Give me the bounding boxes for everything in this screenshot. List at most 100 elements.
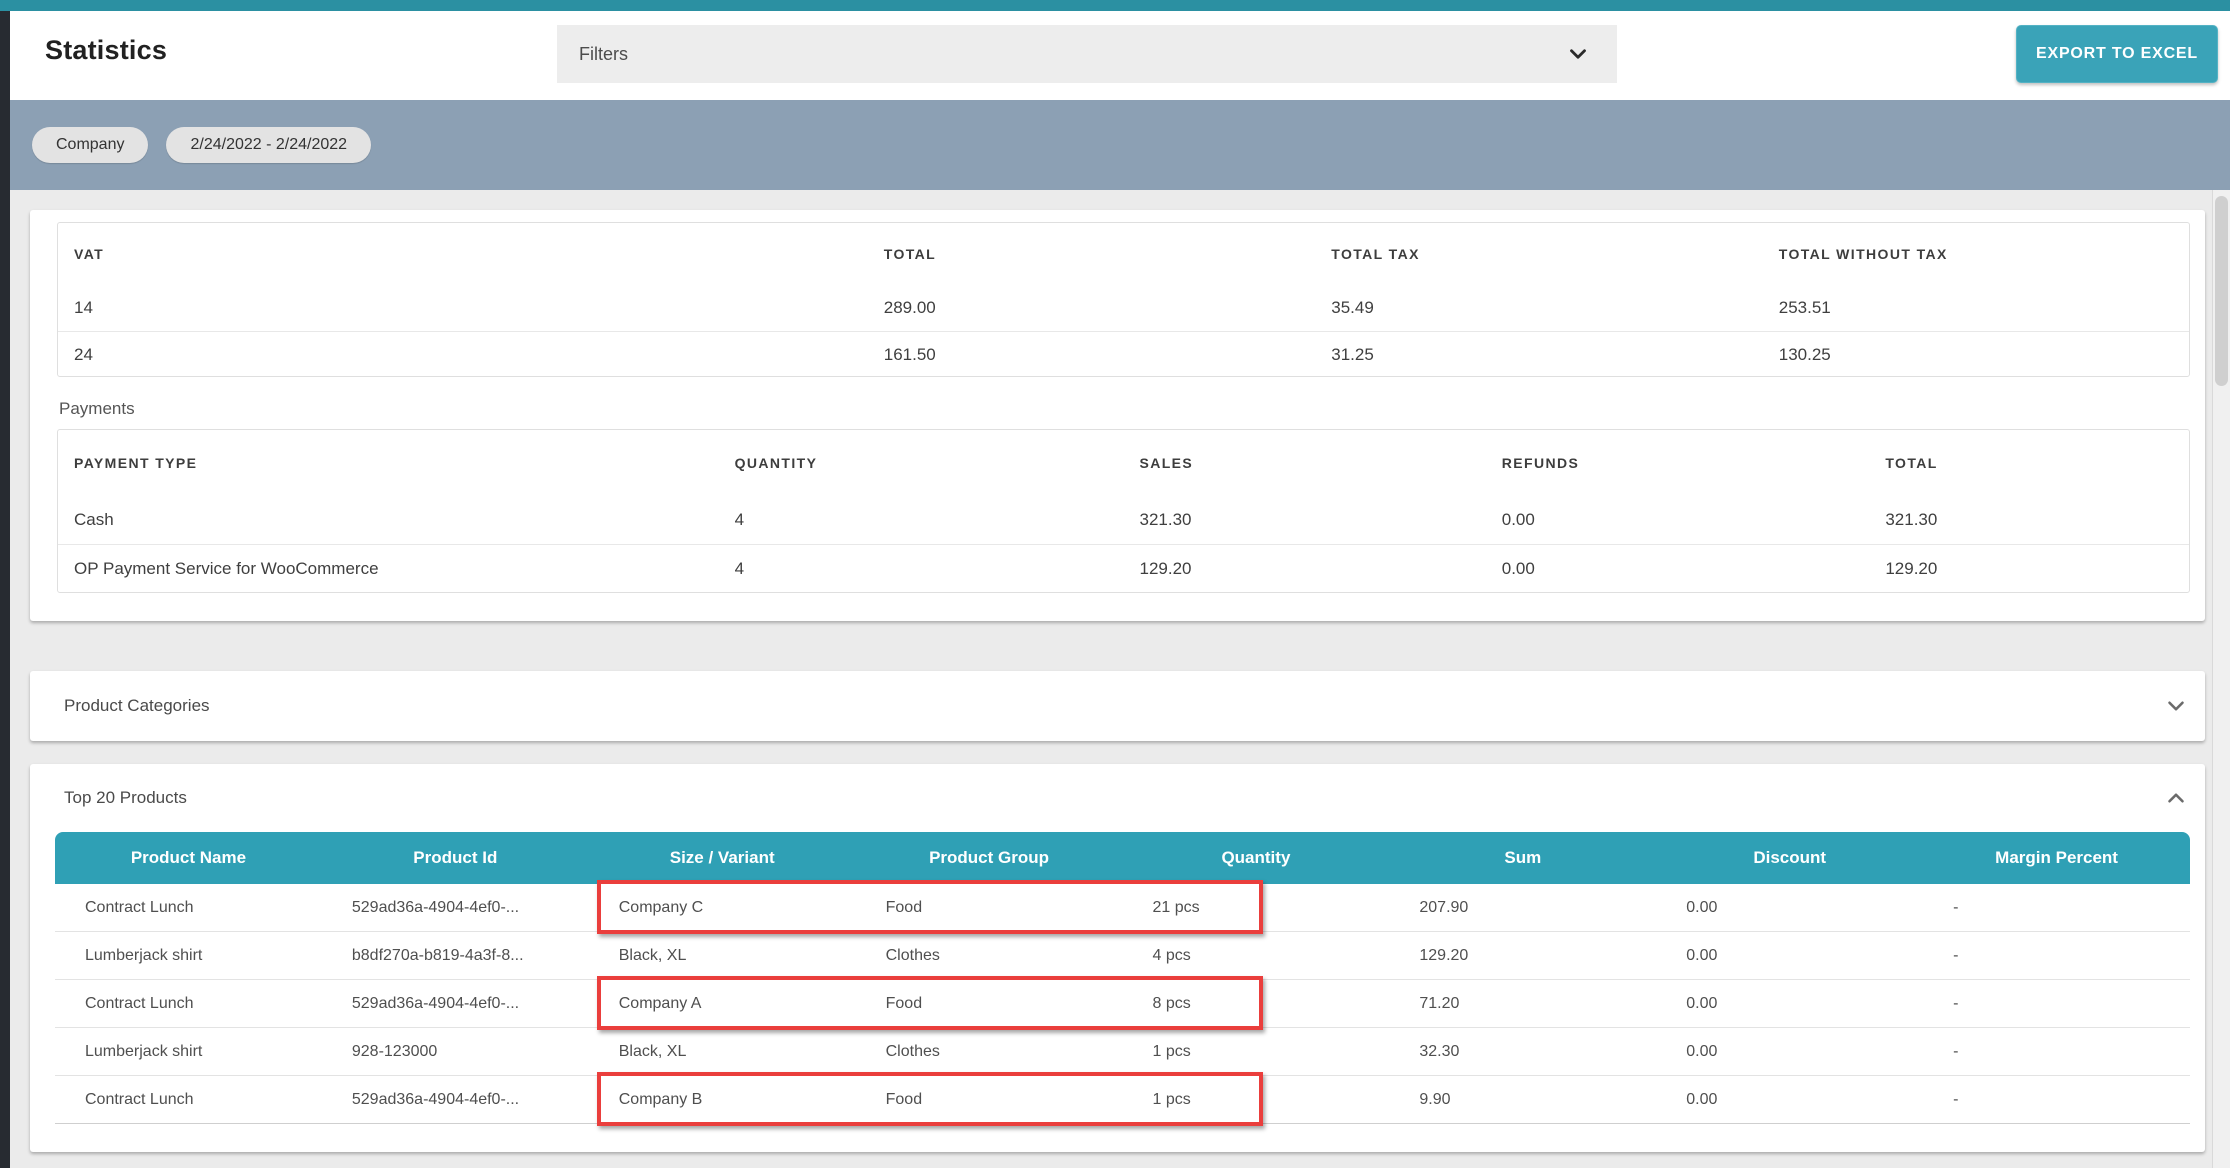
margin-percent-cell: - bbox=[1923, 995, 2190, 1013]
total-without-tax-col-header: TOTAL WITHOUT TAX bbox=[1763, 246, 2189, 262]
quantity-cell: 8 pcs bbox=[1123, 995, 1390, 1013]
total-cell: 321.30 bbox=[1869, 510, 2189, 530]
quantity-col-header: Quantity bbox=[1123, 848, 1390, 868]
table-row: 14 289.00 35.49 253.51 bbox=[58, 285, 2189, 331]
quantity-cell: 1 pcs bbox=[1123, 1043, 1390, 1061]
product-id-cell: 529ad36a-4904-4ef0-... bbox=[322, 995, 589, 1013]
vat-table: VAT TOTAL TOTAL TAX TOTAL WITHOUT TAX 14… bbox=[57, 222, 2190, 377]
margin-percent-col-header: Margin Percent bbox=[1923, 848, 2190, 868]
filters-dropdown-label: Filters bbox=[579, 44, 628, 65]
discount-cell: 0.00 bbox=[1656, 995, 1923, 1013]
quantity-col-header: QUANTITY bbox=[719, 455, 1124, 471]
product-group-cell: Food bbox=[856, 995, 1123, 1013]
vat-table-header-row: VAT TOTAL TOTAL TAX TOTAL WITHOUT TAX bbox=[58, 223, 2189, 285]
export-to-excel-button[interactable]: EXPORT TO EXCEL bbox=[2016, 25, 2218, 83]
chevron-up-icon bbox=[2163, 785, 2189, 811]
product-group-cell: Food bbox=[856, 899, 1123, 917]
app-header: Statistics Filters EXPORT TO EXCEL bbox=[10, 11, 2230, 100]
active-filters-bar: Company 2/24/2022 - 2/24/2022 bbox=[10, 100, 2230, 190]
discount-col-header: Discount bbox=[1656, 848, 1923, 868]
table-row: OP Payment Service for WooCommerce 4 129… bbox=[58, 544, 2189, 592]
discount-cell: 0.00 bbox=[1656, 947, 1923, 965]
quantity-cell: 4 bbox=[719, 510, 1124, 530]
product-group-cell: Food bbox=[856, 1091, 1123, 1109]
discount-cell: 0.00 bbox=[1656, 1091, 1923, 1109]
product-name-cell: Lumberjack shirt bbox=[55, 1043, 322, 1061]
vertical-scrollbar[interactable] bbox=[2212, 190, 2230, 1168]
product-group-cell: Clothes bbox=[856, 1043, 1123, 1061]
quantity-cell: 21 pcs bbox=[1123, 899, 1390, 917]
vat-cell: 14 bbox=[58, 298, 868, 318]
summary-card: VAT TOTAL TOTAL TAX TOTAL WITHOUT TAX 14… bbox=[30, 210, 2205, 621]
total-col-header: TOTAL bbox=[868, 246, 1316, 262]
product-id-cell: 529ad36a-4904-4ef0-... bbox=[322, 1091, 589, 1109]
sum-col-header: Sum bbox=[1389, 848, 1656, 868]
top-products-section: Top 20 Products Product Name Product Id … bbox=[30, 764, 2205, 1152]
statistics-page: Statistics Filters EXPORT TO EXCEL Compa… bbox=[0, 0, 2230, 1168]
left-edge-bar bbox=[0, 11, 10, 1168]
sum-cell: 32.30 bbox=[1389, 1043, 1656, 1061]
sales-col-header: SALES bbox=[1123, 455, 1485, 471]
payments-table-header-row: PAYMENT TYPE QUANTITY SALES REFUNDS TOTA… bbox=[58, 430, 2189, 496]
margin-percent-cell: - bbox=[1923, 1091, 2190, 1109]
table-row: Contract Lunch 529ad36a-4904-4ef0-... Co… bbox=[55, 884, 2190, 932]
product-name-col-header: Product Name bbox=[55, 848, 322, 868]
total-without-tax-cell: 130.25 bbox=[1763, 345, 2189, 365]
filters-dropdown[interactable]: Filters bbox=[557, 25, 1617, 83]
sum-cell: 71.20 bbox=[1389, 995, 1656, 1013]
scrollbar-thumb[interactable] bbox=[2215, 196, 2228, 386]
refunds-cell: 0.00 bbox=[1486, 510, 1870, 530]
table-row: Lumberjack shirt b8df270a-b819-4a3f-8...… bbox=[55, 932, 2190, 980]
product-name-cell: Contract Lunch bbox=[55, 995, 322, 1013]
size-variant-cell: Company B bbox=[589, 1091, 856, 1109]
total-tax-cell: 31.25 bbox=[1315, 345, 1763, 365]
size-variant-cell: Black, XL bbox=[589, 1043, 856, 1061]
main-content: VAT TOTAL TOTAL TAX TOTAL WITHOUT TAX 14… bbox=[10, 190, 2212, 1168]
total-cell: 289.00 bbox=[868, 298, 1316, 318]
total-tax-col-header: TOTAL TAX bbox=[1315, 246, 1763, 262]
product-categories-label: Product Categories bbox=[64, 696, 210, 716]
sales-cell: 129.20 bbox=[1123, 559, 1485, 579]
quantity-cell: 1 pcs bbox=[1123, 1091, 1390, 1109]
product-name-cell: Contract Lunch bbox=[55, 1091, 322, 1109]
size-variant-cell: Company C bbox=[589, 899, 856, 917]
product-group-col-header: Product Group bbox=[856, 848, 1123, 868]
margin-percent-cell: - bbox=[1923, 899, 2190, 917]
table-row: Contract Lunch 529ad36a-4904-4ef0-... Co… bbox=[55, 1076, 2190, 1124]
top-accent-bar bbox=[0, 0, 2230, 11]
page-title: Statistics bbox=[45, 35, 167, 66]
top-products-accordion[interactable]: Top 20 Products bbox=[30, 764, 2205, 832]
product-name-cell: Contract Lunch bbox=[55, 899, 322, 917]
margin-percent-cell: - bbox=[1923, 1043, 2190, 1061]
product-categories-accordion[interactable]: Product Categories bbox=[30, 671, 2205, 741]
table-row: Contract Lunch 529ad36a-4904-4ef0-... Co… bbox=[55, 980, 2190, 1028]
size-variant-cell: Black, XL bbox=[589, 947, 856, 965]
refunds-col-header: REFUNDS bbox=[1486, 455, 1870, 471]
filter-chip-company[interactable]: Company bbox=[32, 127, 148, 163]
total-cell: 161.50 bbox=[868, 345, 1316, 365]
size-variant-col-header: Size / Variant bbox=[589, 848, 856, 868]
filter-chip-date-range[interactable]: 2/24/2022 - 2/24/2022 bbox=[166, 127, 371, 163]
total-without-tax-cell: 253.51 bbox=[1763, 298, 2189, 318]
sales-cell: 321.30 bbox=[1123, 510, 1485, 530]
size-variant-cell: Company A bbox=[589, 995, 856, 1013]
margin-percent-cell: - bbox=[1923, 947, 2190, 965]
chevron-down-icon bbox=[2163, 693, 2189, 719]
payment-type-cell: Cash bbox=[58, 510, 719, 530]
vat-col-header: VAT bbox=[58, 246, 868, 262]
vat-cell: 24 bbox=[58, 345, 868, 365]
discount-cell: 0.00 bbox=[1656, 899, 1923, 917]
product-id-cell: 529ad36a-4904-4ef0-... bbox=[322, 899, 589, 917]
top-products-label: Top 20 Products bbox=[64, 788, 187, 808]
quantity-cell: 4 pcs bbox=[1123, 947, 1390, 965]
products-table-header-row: Product Name Product Id Size / Variant P… bbox=[55, 832, 2190, 884]
total-col-header: TOTAL bbox=[1869, 455, 2189, 471]
payment-type-col-header: PAYMENT TYPE bbox=[58, 455, 719, 471]
sum-cell: 207.90 bbox=[1389, 899, 1656, 917]
payment-type-cell: OP Payment Service for WooCommerce bbox=[58, 559, 719, 579]
refunds-cell: 0.00 bbox=[1486, 559, 1870, 579]
table-row: Cash 4 321.30 0.00 321.30 bbox=[58, 496, 2189, 544]
sum-cell: 9.90 bbox=[1389, 1091, 1656, 1109]
discount-cell: 0.00 bbox=[1656, 1043, 1923, 1061]
quantity-cell: 4 bbox=[719, 559, 1124, 579]
